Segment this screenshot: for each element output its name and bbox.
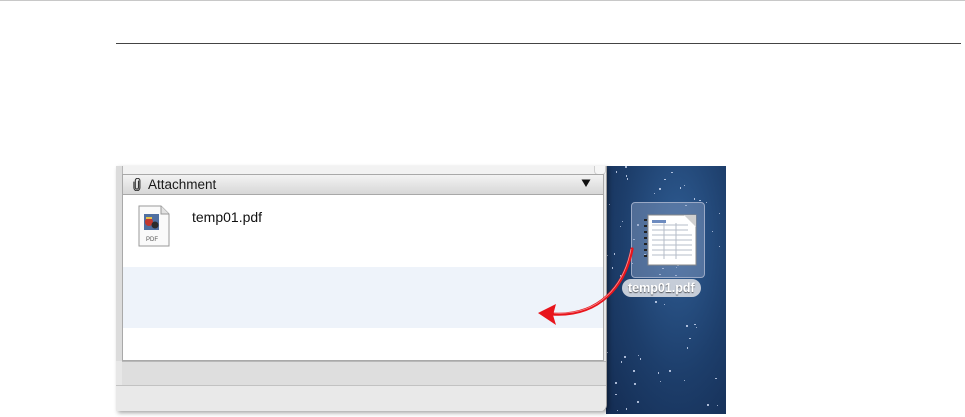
desktop-star [620, 361, 623, 363]
window-bottom-bar [116, 385, 606, 411]
desktop-star [615, 171, 618, 173]
desktop-star [625, 166, 627, 168]
file-selection-frame [631, 202, 705, 278]
desktop-star [615, 382, 617, 384]
desktop-star [624, 356, 626, 358]
paperclip-icon [133, 178, 141, 191]
desktop-star [711, 231, 714, 233]
desktop-star [625, 175, 628, 177]
desktop-star [686, 325, 688, 327]
desktop-star [637, 401, 639, 403]
desktop-star [619, 226, 622, 228]
desktop-star [626, 408, 628, 410]
desktop-star [669, 370, 671, 372]
desktop-star [683, 379, 686, 382]
drag-arrow-icon [538, 247, 634, 325]
desktop-star [657, 372, 660, 374]
desktop-star [718, 245, 721, 248]
pdf-icon-caption: PDF [146, 237, 158, 243]
desktop-star [686, 347, 689, 349]
desktop-star [659, 188, 661, 190]
desktop-star [659, 380, 662, 382]
desktop-star [616, 409, 618, 412]
desktop-star [716, 404, 719, 406]
desktop-star [707, 404, 709, 406]
desktop-star [671, 171, 673, 174]
desktop-star [615, 393, 617, 396]
desktop-star [639, 358, 641, 360]
desktop-star [663, 303, 666, 306]
desktop-star [637, 354, 640, 356]
attachment-file-name[interactable]: temp01.pdf [192, 209, 262, 225]
desktop-star [679, 187, 682, 189]
desktop-star [718, 212, 721, 214]
desktop-star [606, 352, 609, 354]
attachment-header-label: Attachment [148, 177, 217, 192]
desktop-star [689, 337, 691, 340]
desktop-star [634, 383, 636, 385]
chevron-down-icon[interactable] [581, 178, 591, 188]
desktop-star [694, 323, 696, 325]
desktop-star [715, 377, 717, 380]
panel-footer [122, 361, 606, 385]
top-border [0, 0, 965, 1]
window-top-strip [116, 166, 606, 174]
desktop-star [626, 178, 629, 180]
desktop-star [664, 178, 666, 181]
pdf-file-icon: PDF [138, 205, 170, 247]
desktop-star [693, 198, 696, 200]
desktop-star [699, 199, 701, 201]
pdf-thumbnail-icon [644, 214, 697, 266]
desktop-star [622, 221, 624, 223]
desktop-star [653, 192, 655, 195]
desktop-star [683, 184, 685, 187]
section-divider [116, 43, 961, 44]
attachment-header[interactable]: Attachment [123, 175, 603, 195]
desktop-star [695, 326, 697, 328]
desktop-star [608, 203, 611, 206]
desktop-star [633, 370, 635, 372]
